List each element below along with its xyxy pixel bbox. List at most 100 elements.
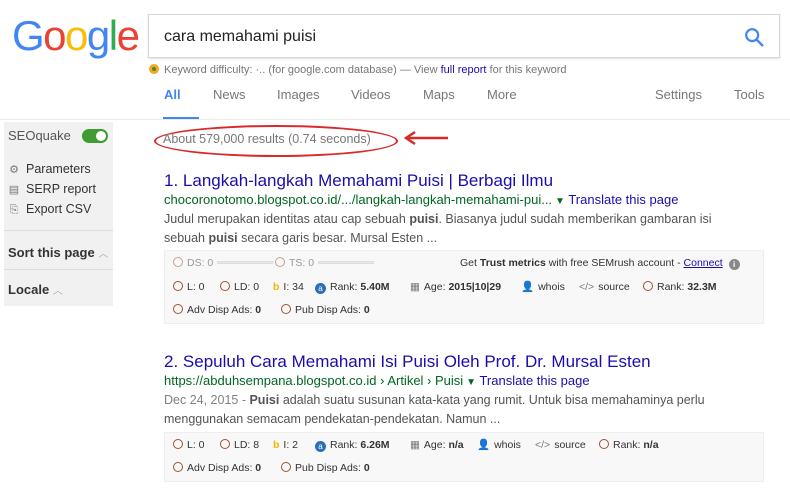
metric-value: I: 2 — [283, 439, 299, 451]
seoquake-metrics-1: DS: 0 TS: 0 Get Trust metrics with free … — [164, 250, 764, 324]
trust-bold: Trust metrics — [479, 257, 546, 269]
full-report-link[interactable]: full report — [441, 64, 487, 76]
google-logo[interactable]: Google — [12, 12, 140, 59]
red-arrow-annotation — [403, 130, 448, 146]
metric-i[interactable]: b I: 2 — [273, 435, 298, 455]
locale-label: Locale — [8, 282, 50, 297]
chevron-up-icon: ︿ — [98, 249, 109, 260]
kd-suffix: for this keyword — [489, 64, 567, 76]
metric-source[interactable]: </> source — [535, 435, 586, 455]
result-title-text: Sepuluh Cara Memahami Isi Puisi Oleh Pro… — [182, 352, 651, 371]
result-snippet-2: Dec 24, 2015 - Puisi adalah suatu susuna… — [164, 391, 764, 429]
tab-more[interactable]: More — [487, 87, 517, 102]
result-number: 1. — [164, 171, 179, 190]
metric-value: L: 0 — [187, 281, 205, 293]
chevron-up-icon: ︿ — [52, 286, 63, 297]
tab-maps[interactable]: Maps — [423, 87, 455, 102]
sort-label: Sort this page — [8, 245, 95, 260]
metric-age[interactable]: ▦ Age: 2015|10|29 — [410, 277, 501, 297]
logo-letter-o2: o — [65, 12, 88, 59]
snippet-text: secara garis besar. Mursal Esten ... — [237, 231, 438, 245]
metric-circle-icon — [173, 257, 183, 267]
snippet-text: . Biasanya judul sudah memberikan gambar… — [438, 212, 712, 226]
tab-all[interactable]: All — [164, 87, 181, 102]
metric-value: DS: 0 — [187, 257, 214, 269]
snippet-text: menggunakan semacam pendekatan-pendekata… — [164, 412, 501, 426]
seoquake-sidebar: SEOquake ⚙ Parameters ▤ SERP report ⎘ Expor… — [4, 122, 113, 306]
metric-value: 0 — [363, 304, 370, 316]
metric-age[interactable]: ▦ Age: n/a — [410, 435, 464, 455]
sidebar-item-label: Parameters — [26, 162, 91, 176]
metric-adv-disp-ads[interactable]: Adv Disp Ads: 0 — [173, 458, 261, 478]
metric-source[interactable]: </> source — [579, 277, 630, 297]
sidebar-item-label: Export CSV — [26, 202, 92, 216]
locale-section[interactable]: Locale ︿ — [8, 282, 63, 297]
metric-pub-disp-ads[interactable]: Pub Disp Ads: 0 — [281, 300, 370, 320]
tab-videos[interactable]: Videos — [351, 87, 391, 102]
result-title-1[interactable]: 1. Langkah-langkah Memahami Puisi | Berb… — [164, 171, 553, 191]
tab-images[interactable]: Images — [277, 87, 320, 102]
snippet-keyword: Puisi — [249, 393, 280, 407]
result-title-2[interactable]: 2. Sepuluh Cara Memahami Isi Puisi Oleh … — [164, 352, 651, 372]
metric-value: 0 — [255, 462, 262, 474]
sidebar-item-serp-report[interactable]: ▤ SERP report — [8, 182, 96, 196]
result-title-text: Langkah-langkah Memahami Puisi | Berbagi… — [182, 171, 554, 190]
logo-letter-e: e — [116, 12, 140, 59]
metric-whois[interactable]: 👤 whois — [477, 435, 521, 455]
result-snippet-1: Judul merupakan identitas atau cap sebua… — [164, 210, 764, 248]
seoquake-title: SEOquake — [8, 128, 71, 143]
metric-label: Age: — [423, 281, 446, 293]
sidebar-divider — [4, 230, 113, 231]
metric-whois[interactable]: 👤 whois — [521, 277, 565, 297]
metric-label: Pub Disp Ads: — [295, 462, 361, 474]
metric-i[interactable]: b I: 34 — [273, 277, 304, 297]
metric-l[interactable]: L: 0 — [173, 435, 205, 455]
seoquake-toggle[interactable] — [82, 129, 108, 143]
result-date: Dec 24, 2015 - — [164, 393, 250, 407]
snippet-text: sebuah — [164, 231, 209, 245]
kd-source: (for google.com database) — View — [268, 64, 438, 76]
metrics-row-trust: DS: 0 TS: 0 Get Trust metrics with free … — [165, 253, 765, 273]
sidebar-item-parameters[interactable]: ⚙ Parameters — [8, 162, 91, 176]
sort-this-page[interactable]: Sort this page ︿ — [8, 245, 108, 260]
metric-rank[interactable]: a Rank: 6.26M — [315, 435, 390, 455]
translate-link[interactable]: Translate this page — [568, 192, 678, 207]
metric-circle-icon — [599, 439, 609, 449]
tab-tools[interactable]: Tools — [734, 87, 764, 102]
caret-down-icon[interactable]: ▼ — [466, 377, 476, 388]
sidebar-item-export-csv[interactable]: ⎘ Export CSV — [8, 202, 92, 217]
metric-rank2[interactable]: Rank: n/a — [599, 435, 659, 455]
info-icon[interactable]: i — [728, 259, 740, 270]
metric-bar — [318, 261, 375, 264]
connect-link[interactable]: Connect — [684, 257, 723, 269]
metrics-row-ads: Adv Disp Ads: 0 Pub Disp Ads: 0 — [165, 300, 765, 320]
metrics-row-ads: Adv Disp Ads: 0 Pub Disp Ads: 0 — [165, 458, 765, 478]
metric-value: 5.40M — [360, 281, 390, 293]
search-icon[interactable] — [743, 26, 765, 48]
metric-rank2[interactable]: Rank: 32.3M — [643, 277, 717, 297]
calendar-icon: ▦ — [410, 439, 420, 451]
tab-news[interactable]: News — [213, 87, 246, 102]
logo-letter-l: l — [108, 12, 118, 59]
trust-pre: Get — [460, 257, 477, 269]
metric-l[interactable]: L: 0 — [173, 277, 205, 297]
result-url-2: https://abduhsempana.blogspot.co.id › Ar… — [164, 373, 590, 388]
search-input[interactable] — [164, 26, 724, 48]
logo-letter-g2: g — [86, 12, 110, 59]
metric-ld[interactable]: LD: 8 — [220, 435, 259, 455]
metric-circle-icon — [173, 304, 183, 314]
bing-icon: b — [273, 281, 280, 293]
metric-adv-disp-ads[interactable]: Adv Disp Ads: 0 — [173, 300, 261, 320]
tab-settings[interactable]: Settings — [655, 87, 702, 102]
metric-rank[interactable]: a Rank: 5.40M — [315, 277, 390, 297]
translate-link[interactable]: Translate this page — [479, 373, 589, 388]
metric-ld[interactable]: LD: 0 — [220, 277, 259, 297]
metric-label: Rank: — [613, 439, 641, 451]
snippet-line: sebuah puisi secara garis besar. Mursal … — [164, 229, 764, 248]
result-url-text: https://abduhsempana.blogspot.co.id › Ar… — [164, 373, 464, 388]
metric-pub-disp-ads[interactable]: Pub Disp Ads: 0 — [281, 458, 370, 478]
caret-down-icon[interactable]: ▼ — [555, 196, 565, 207]
metric-value: I: 34 — [283, 281, 304, 293]
metric-ts[interactable]: TS: 0 — [275, 253, 375, 273]
metric-ds[interactable]: DS: 0 — [173, 253, 274, 273]
